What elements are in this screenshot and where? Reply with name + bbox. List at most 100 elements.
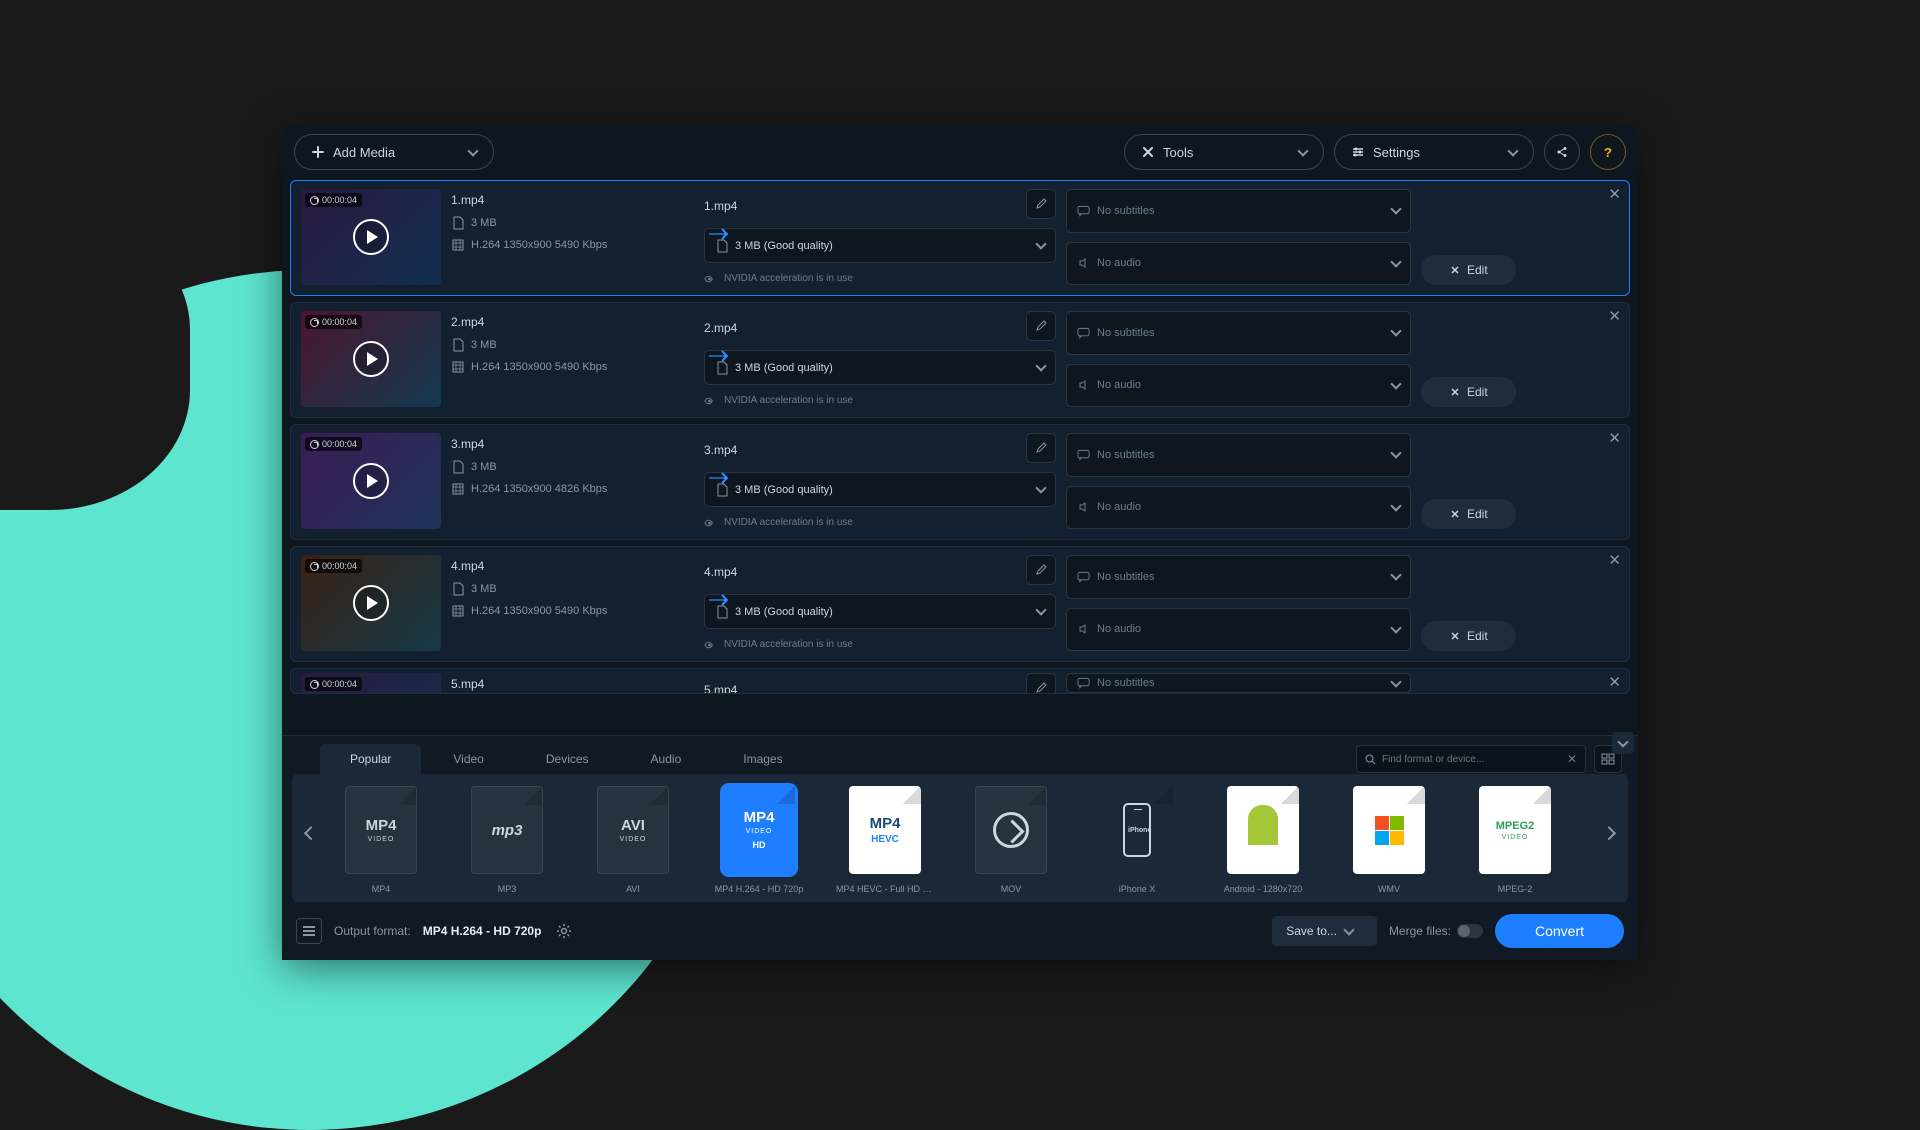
tracks-info: No subtitles No audio [1066,311,1411,407]
pencil-icon [1035,442,1047,454]
format-card[interactable]: MP4HEVCMP4 HEVC - Full HD 1... [836,786,934,894]
remove-file-button[interactable]: ✕ [1608,551,1621,569]
settings-button[interactable]: Settings [1334,134,1534,170]
remove-file-button[interactable]: ✕ [1608,185,1621,203]
output-folder-button[interactable] [296,918,322,944]
tracks-info: No subtitles No audio [1066,433,1411,529]
chevron-down-icon [467,145,478,156]
edit-button[interactable]: Edit [1421,255,1516,285]
rename-button[interactable] [1026,311,1056,341]
format-card[interactable]: iPhoneiPhone X [1088,786,1186,894]
remove-file-button[interactable]: ✕ [1608,673,1621,691]
format-tab[interactable]: Video [423,744,513,774]
collapse-panel-button[interactable] [1612,732,1634,754]
file-row[interactable]: ✕ 00:00:04 4.mp4 3 MB H.264 1350x900 549… [290,546,1630,662]
output-filename: 5.mp4 [704,683,1018,694]
subtitle-icon [1077,677,1090,690]
quality-select[interactable]: 3 MB (Good quality) [704,228,1056,263]
play-button[interactable] [353,341,389,377]
video-thumbnail: 00:00:04 [301,673,441,694]
chevron-down-icon [1035,482,1046,493]
subtitles-select[interactable]: No subtitles [1066,673,1411,693]
merge-toggle[interactable] [1457,924,1483,938]
format-tab[interactable]: Devices [516,744,619,774]
remove-file-button[interactable]: ✕ [1608,429,1621,447]
convert-button[interactable]: Convert [1495,914,1624,948]
format-card[interactable]: mp3MP3 [458,786,556,894]
source-info: 5.mp4 [451,673,686,693]
gear-icon [556,923,572,939]
source-size: 3 MB [451,460,686,473]
edit-button[interactable]: Edit [1421,499,1516,529]
help-button[interactable]: ? [1590,134,1626,170]
rename-button[interactable] [1026,189,1056,219]
format-panel: PopularVideoDevicesAudioImages ✕ MP4VIDEO… [282,735,1638,960]
format-card[interactable]: AVIVIDEOAVI [584,786,682,894]
video-thumbnail: 00:00:04 [301,555,441,651]
add-media-button[interactable]: Add Media [294,134,494,170]
top-toolbar: Add Media Tools Settings ? [282,124,1638,180]
rename-button[interactable] [1026,555,1056,585]
tools-button[interactable]: Tools [1124,134,1324,170]
acceleration-hint: NVIDIA acceleration is in use [704,394,1056,407]
audio-select[interactable]: No audio [1066,364,1411,408]
quality-select[interactable]: 3 MB (Good quality) [704,472,1056,507]
duration-badge: 00:00:04 [305,315,362,329]
clock-icon [310,562,319,571]
format-card[interactable]: WMV [1340,786,1438,894]
rename-button[interactable] [1026,433,1056,463]
play-button[interactable] [353,219,389,255]
file-icon [451,460,464,473]
carousel-next-button[interactable] [1598,815,1620,853]
edit-button[interactable]: Edit [1421,621,1516,651]
format-card[interactable]: MP4VIDEOMP4 [332,786,430,894]
subtitles-select[interactable]: No subtitles [1066,433,1411,477]
format-card[interactable]: Android - 1280x720 [1214,786,1312,894]
pencil-icon [1035,320,1047,332]
speaker-icon [1077,379,1090,392]
tools-icon [1449,264,1461,276]
output-info: 5.mp4 [696,673,1056,693]
subtitles-select[interactable]: No subtitles [1066,555,1411,599]
audio-select[interactable]: No audio [1066,608,1411,652]
subtitles-select[interactable]: No subtitles [1066,311,1411,355]
source-codec: H.264 1350x900 5490 Kbps [451,238,686,251]
play-button[interactable] [353,585,389,621]
audio-select[interactable]: No audio [1066,486,1411,530]
tools-icon [1449,630,1461,642]
play-button[interactable] [353,463,389,499]
format-tab[interactable]: Images [713,744,812,774]
format-tab[interactable]: Audio [621,744,712,774]
format-card[interactable]: MPEG2VIDEOMPEG-2 [1466,786,1564,894]
search-input[interactable] [1382,754,1561,765]
chevron-down-icon [1390,676,1401,687]
format-card[interactable]: MP4VIDEOHDMP4 H.264 - HD 720p [710,786,808,894]
subtitles-select[interactable]: No subtitles [1066,189,1411,233]
format-tab[interactable]: Popular [320,744,421,774]
file-list: ✕ 00:00:04 1.mp4 3 MB H.264 1350x900 549… [282,180,1638,735]
quality-select[interactable]: 3 MB (Good quality) [704,350,1056,385]
remove-file-button[interactable]: ✕ [1608,307,1621,325]
carousel-prev-button[interactable] [300,815,322,853]
file-row[interactable]: ✕ 00:00:04 3.mp4 3 MB H.264 1350x900 482… [290,424,1630,540]
format-label: MP4 [332,884,430,894]
file-row[interactable]: ✕ 00:00:04 2.mp4 3 MB H.264 1350x900 549… [290,302,1630,418]
video-thumbnail: 00:00:04 [301,311,441,407]
format-card[interactable]: MOV [962,786,1060,894]
source-codec: H.264 1350x900 5490 Kbps [451,604,686,617]
quality-select[interactable]: 3 MB (Good quality) [704,594,1056,629]
share-button[interactable] [1544,134,1580,170]
duration-badge: 00:00:04 [305,677,362,691]
format-icon: mp3 [471,786,543,874]
format-settings-button[interactable] [553,920,575,942]
tools-label: Tools [1163,145,1193,160]
rename-button[interactable] [1026,673,1056,694]
audio-select[interactable]: No audio [1066,242,1411,286]
format-tabbar: PopularVideoDevicesAudioImages ✕ [282,736,1638,774]
clear-search-button[interactable]: ✕ [1567,752,1577,766]
file-row[interactable]: ✕ 00:00:04 1.mp4 3 MB H.264 1350x900 549… [290,180,1630,296]
nvidia-icon [704,394,717,407]
edit-button[interactable]: Edit [1421,377,1516,407]
file-row[interactable]: ✕ 00:00:04 5.mp4 5.mp4 No subtitles [290,668,1630,694]
save-to-select[interactable]: Save to... [1272,916,1377,946]
